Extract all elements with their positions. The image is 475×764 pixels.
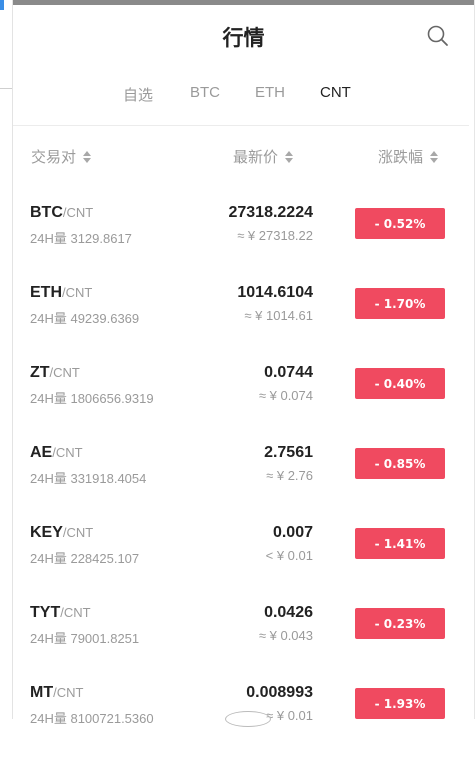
volume-24h: 24H量 3129.8617 [30, 231, 132, 246]
base-symbol: ZT [30, 364, 50, 381]
search-icon [427, 25, 448, 46]
pair-name: MT/CNT [30, 684, 83, 702]
base-symbol: ETH [30, 284, 62, 301]
market-row[interactable]: ZT/CNT 24H量 1806656.9319 0.0744 ≈ ¥ 0.07… [13, 364, 474, 444]
market-row[interactable]: KEY/CNT 24H量 228425.107 0.007 < ¥ 0.01 -… [13, 524, 474, 604]
sort-by-price[interactable]: 最新价 [233, 146, 294, 167]
change-badge[interactable]: - 0.23% [355, 608, 445, 639]
sort-icon [285, 150, 294, 163]
last-price: 27318.2224 [228, 204, 313, 221]
market-row[interactable]: TYT/CNT 24H量 79001.8251 0.0426 ≈ ¥ 0.043… [13, 604, 474, 684]
base-symbol: KEY [30, 524, 63, 541]
change-badge[interactable]: - 0.85% [355, 448, 445, 479]
base-symbol: TYT [30, 604, 61, 621]
market-tabs: 自选 BTC ETH CNT [13, 84, 474, 108]
last-price: 0.008993 [246, 684, 313, 701]
change-badge[interactable]: - 1.70% [355, 288, 445, 319]
pair-name: ZT/CNT [30, 364, 80, 382]
pair-name: AE/CNT [30, 444, 83, 462]
quote-symbol: /CNT [62, 205, 94, 220]
quote-symbol: /CNT [60, 605, 91, 620]
volume-24h: 24H量 8100721.5360 [30, 711, 154, 726]
last-price: 0.007 [272, 524, 313, 541]
quote-symbol: /CNT [52, 445, 83, 460]
change-badge[interactable]: - 0.40% [355, 368, 445, 399]
quote-symbol: /CNT [62, 525, 94, 540]
sort-by-change[interactable]: 涨跌幅 [378, 146, 439, 167]
pair-name: BTC/CNT [30, 204, 93, 222]
quote-symbol: /CNT [49, 365, 80, 380]
tab-eth[interactable]: ETH [255, 84, 285, 101]
price-cny: < ¥ 0.01 [265, 548, 313, 563]
pair-name: ETH/CNT [30, 284, 92, 302]
price-cny: ≈ ¥ 0.01 [266, 708, 313, 723]
market-row[interactable]: BTC/CNT 24H量 3129.8617 27318.2224 ≈ ¥ 27… [13, 204, 474, 284]
volume-24h: 24H量 1806656.9319 [30, 391, 154, 406]
pair-name: KEY/CNT [30, 524, 93, 542]
price-column-label: 最新价 [233, 148, 279, 166]
change-badge[interactable]: - 1.93% [355, 688, 445, 719]
last-price: 0.0744 [264, 364, 313, 381]
last-price: 2.7561 [264, 444, 313, 461]
pair-column-label: 交易对 [31, 148, 77, 166]
volume-24h: 24H量 79001.8251 [30, 631, 140, 646]
base-symbol: MT [30, 684, 54, 701]
sort-by-pair[interactable]: 交易对 [31, 146, 92, 167]
sort-icon [430, 150, 439, 163]
quote-symbol: /CNT [53, 685, 84, 700]
base-symbol: AE [30, 444, 53, 461]
sort-icon [83, 150, 92, 163]
volume-24h: 24H量 49239.6369 [30, 311, 140, 326]
change-badge[interactable]: - 0.52% [355, 208, 445, 239]
left-edge-line [0, 88, 12, 89]
tabs-divider [13, 125, 469, 126]
change-column-label: 涨跌幅 [378, 148, 424, 166]
last-price: 1014.6104 [237, 284, 313, 301]
left-edge-marker [0, 0, 4, 10]
tab-btc[interactable]: BTC [190, 84, 220, 101]
base-symbol: BTC [30, 204, 63, 221]
volume-24h: 24H量 228425.107 [30, 551, 140, 566]
price-cny: ≈ ¥ 0.043 [258, 628, 313, 643]
volume-24h: 24H量 331918.4054 [30, 471, 147, 486]
market-row[interactable]: ETH/CNT 24H量 49239.6369 1014.6104 ≈ ¥ 10… [13, 284, 474, 364]
price-cny: ≈ ¥ 0.074 [258, 388, 313, 403]
tab-favorites[interactable]: 自选 [123, 84, 153, 105]
quote-symbol: /CNT [62, 285, 93, 300]
bottom-handle [225, 711, 271, 727]
page-title: 行情 [222, 26, 265, 50]
search-button[interactable] [426, 24, 450, 48]
price-cny: ≈ ¥ 2.76 [266, 468, 313, 483]
pair-name: TYT/CNT [30, 604, 91, 622]
price-cny: ≈ ¥ 1014.61 [244, 308, 313, 323]
top-bar [12, 0, 475, 5]
last-price: 0.0426 [264, 604, 313, 621]
change-badge[interactable]: - 1.41% [355, 528, 445, 559]
market-row[interactable]: AE/CNT 24H量 331918.4054 2.7561 ≈ ¥ 2.76 … [13, 444, 474, 524]
price-cny: ≈ ¥ 27318.22 [237, 228, 313, 243]
tab-cnt[interactable]: CNT [320, 84, 351, 101]
